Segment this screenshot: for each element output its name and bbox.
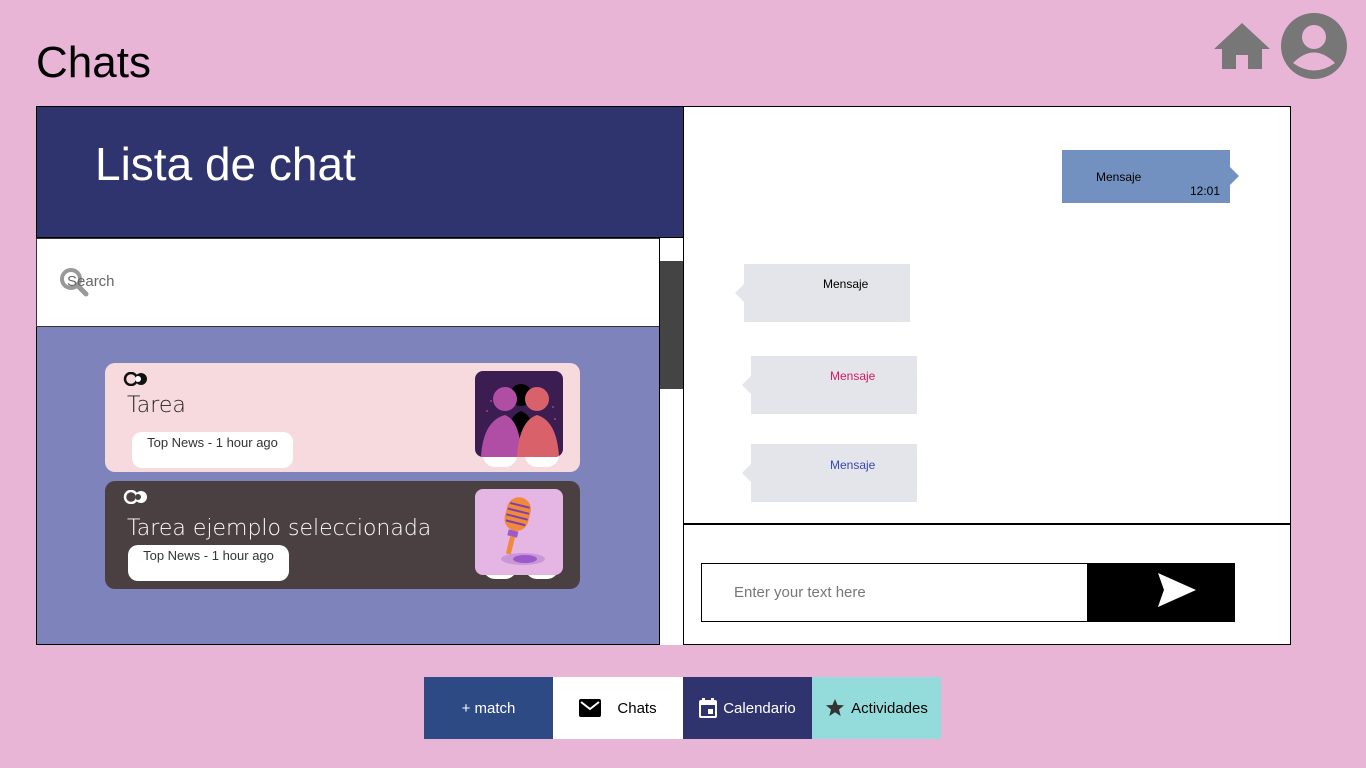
send-button[interactable] <box>1087 563 1235 622</box>
match-button[interactable]: + match <box>424 677 553 739</box>
nav-calendar[interactable]: Calendario <box>683 677 812 739</box>
bottom-nav: + match Chats Calendario Actividades <box>424 677 941 739</box>
message-bubble-incoming: Mensaje <box>742 444 917 502</box>
chat-list-title: Lista de chat <box>95 138 356 190</box>
search-input[interactable] <box>67 273 467 290</box>
nav-calendar-label: Calendario <box>723 699 796 717</box>
nav-chats-label: Chats <box>617 699 657 717</box>
star-icon <box>825 698 845 718</box>
link-icon <box>123 371 153 391</box>
scrollbar[interactable] <box>659 238 684 645</box>
messages-area: Mensaje 12:01 Mensaje Mensaje Mensaje <box>684 107 1290 525</box>
page-title: Chats <box>36 38 151 87</box>
message-bubble-incoming: Mensaje <box>742 356 917 414</box>
match-label: + match <box>461 699 516 717</box>
chat-list-item-selected[interactable]: Tarea ejemplo seleccionada Top News - 1 … <box>105 481 580 589</box>
chat-item-title: Tarea <box>127 393 186 418</box>
nav-activities-label: Actividades <box>851 699 928 717</box>
message-composer <box>701 563 1235 622</box>
silhouettes-image <box>475 371 563 457</box>
search-box[interactable] <box>36 238 660 327</box>
nav-chats[interactable]: Chats <box>553 677 683 739</box>
message-input[interactable] <box>702 564 1087 621</box>
message-time: 12:01 <box>1189 184 1220 198</box>
chat-list-panel: Lista de chat Tarea Top News - 1 hour ag… <box>36 106 684 645</box>
link-icon <box>123 489 153 509</box>
chat-item-tag: Top News - 1 hour ago <box>128 545 289 581</box>
nav-activities[interactable]: Actividades <box>812 677 941 739</box>
home-icon[interactable] <box>1212 21 1272 71</box>
message-bubble-incoming: Mensaje <box>735 264 910 322</box>
top-icons <box>1212 12 1348 80</box>
message-text: Mensaje <box>830 369 876 383</box>
chat-list-item[interactable]: Tarea Top News - 1 hour ago <box>105 363 580 472</box>
conversation-panel: Mensaje 12:01 Mensaje Mensaje Mensaje <box>683 106 1291 645</box>
send-icon <box>1124 571 1198 614</box>
message-text: Mensaje <box>823 277 869 291</box>
microphone-image <box>475 489 563 575</box>
message-text: Mensaje <box>830 458 876 472</box>
scrollbar-thumb[interactable] <box>660 261 684 389</box>
calendar-icon <box>699 698 718 718</box>
account-icon[interactable] <box>1280 12 1348 80</box>
message-text: Mensaje <box>1096 170 1142 184</box>
chat-item-tag: Top News - 1 hour ago <box>132 432 293 468</box>
mail-icon <box>579 699 602 717</box>
message-bubble-outgoing: Mensaje 12:01 <box>1062 150 1239 203</box>
chat-list-header: Lista de chat <box>37 107 683 238</box>
chat-item-title: Tarea ejemplo seleccionada <box>127 516 432 541</box>
